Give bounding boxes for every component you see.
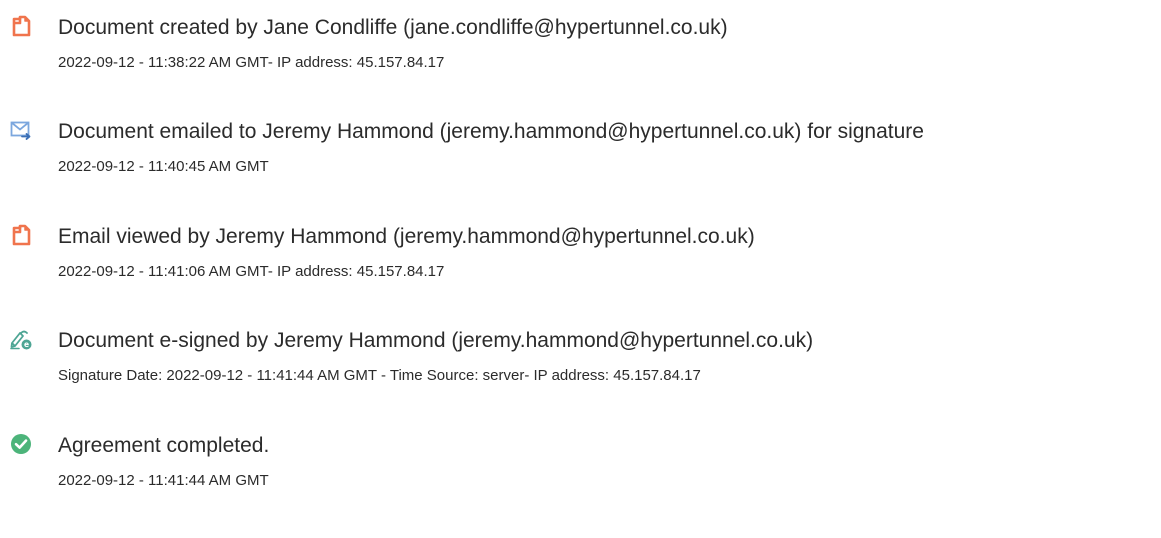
document-icon: [10, 15, 32, 37]
check-circle-icon: [10, 433, 32, 455]
event-detail: 2022-09-12 - 11:41:06 AM GMT- IP address…: [58, 263, 445, 280]
audit-event-document-esigned: e Document e-signed by Jeremy Hammond (j…: [10, 328, 1160, 398]
audit-event-agreement-completed: Agreement completed. 2022-09-12 - 11:41:…: [10, 433, 1160, 503]
audit-event-document-created: Document created by Jane Condliffe (jane…: [10, 15, 1160, 85]
event-title: Agreement completed.: [58, 434, 270, 457]
event-detail: 2022-09-12 - 11:41:44 AM GMT: [58, 472, 269, 489]
e-sign-icon: e: [10, 328, 32, 350]
event-title: Document emailed to Jeremy Hammond (jere…: [58, 120, 924, 143]
event-detail: 2022-09-12 - 11:38:22 AM GMT- IP address…: [58, 54, 445, 71]
email-icon: [10, 119, 32, 141]
event-detail: 2022-09-12 - 11:40:45 AM GMT: [58, 158, 269, 175]
event-detail: Signature Date: 2022-09-12 - 11:41:44 AM…: [58, 367, 701, 384]
audit-event-document-emailed: Document emailed to Jeremy Hammond (jere…: [10, 119, 1160, 189]
svg-text:e: e: [24, 340, 29, 349]
event-title: Document created by Jane Condliffe (jane…: [58, 16, 728, 39]
event-title: Email viewed by Jeremy Hammond (jeremy.h…: [58, 225, 755, 248]
document-icon: [10, 224, 32, 246]
event-title: Document e-signed by Jeremy Hammond (jer…: [58, 329, 814, 352]
audit-event-email-viewed: Email viewed by Jeremy Hammond (jeremy.h…: [10, 224, 1160, 294]
